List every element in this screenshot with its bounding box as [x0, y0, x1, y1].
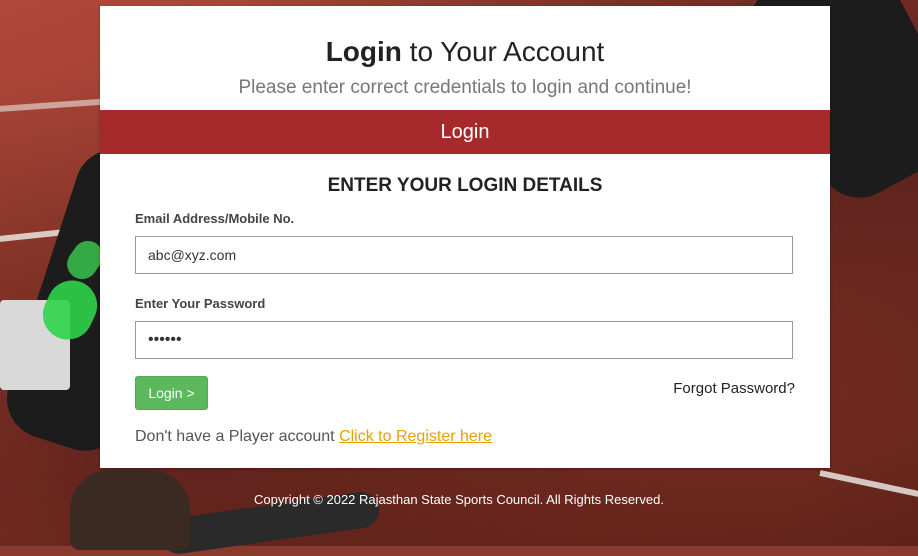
page-subtitle: Please enter correct credentials to logi… — [238, 77, 692, 98]
page-title-rest: to Your Account — [401, 36, 605, 67]
login-card: Login to Your Account Please enter corre… — [100, 6, 830, 468]
footer-copyright: Copyright © 2022 Rajasthan State Sports … — [254, 492, 664, 507]
form-heading: ENTER YOUR LOGIN DETAILS — [327, 175, 603, 196]
register-prompt: Don't have a Player account Click to Reg… — [135, 428, 492, 446]
register-prompt-text: Don't have a Player account — [135, 428, 340, 445]
email-label: Email Address/Mobile No. — [135, 211, 295, 226]
tab-login[interactable]: Login — [100, 110, 830, 154]
forgot-password-link[interactable]: Forgot Password? — [673, 380, 795, 397]
password-label: Enter Your Password — [135, 296, 266, 311]
email-field[interactable] — [135, 236, 793, 274]
page-title-bold: Login — [325, 36, 402, 67]
athlete-hand — [70, 470, 190, 550]
login-button[interactable]: Login > — [135, 376, 208, 410]
password-field[interactable]: •••••• — [135, 321, 793, 359]
track-lane-line — [0, 98, 110, 114]
page-title: Login to Your Account — [100, 36, 830, 68]
register-link[interactable]: Click to Register here — [339, 428, 492, 445]
